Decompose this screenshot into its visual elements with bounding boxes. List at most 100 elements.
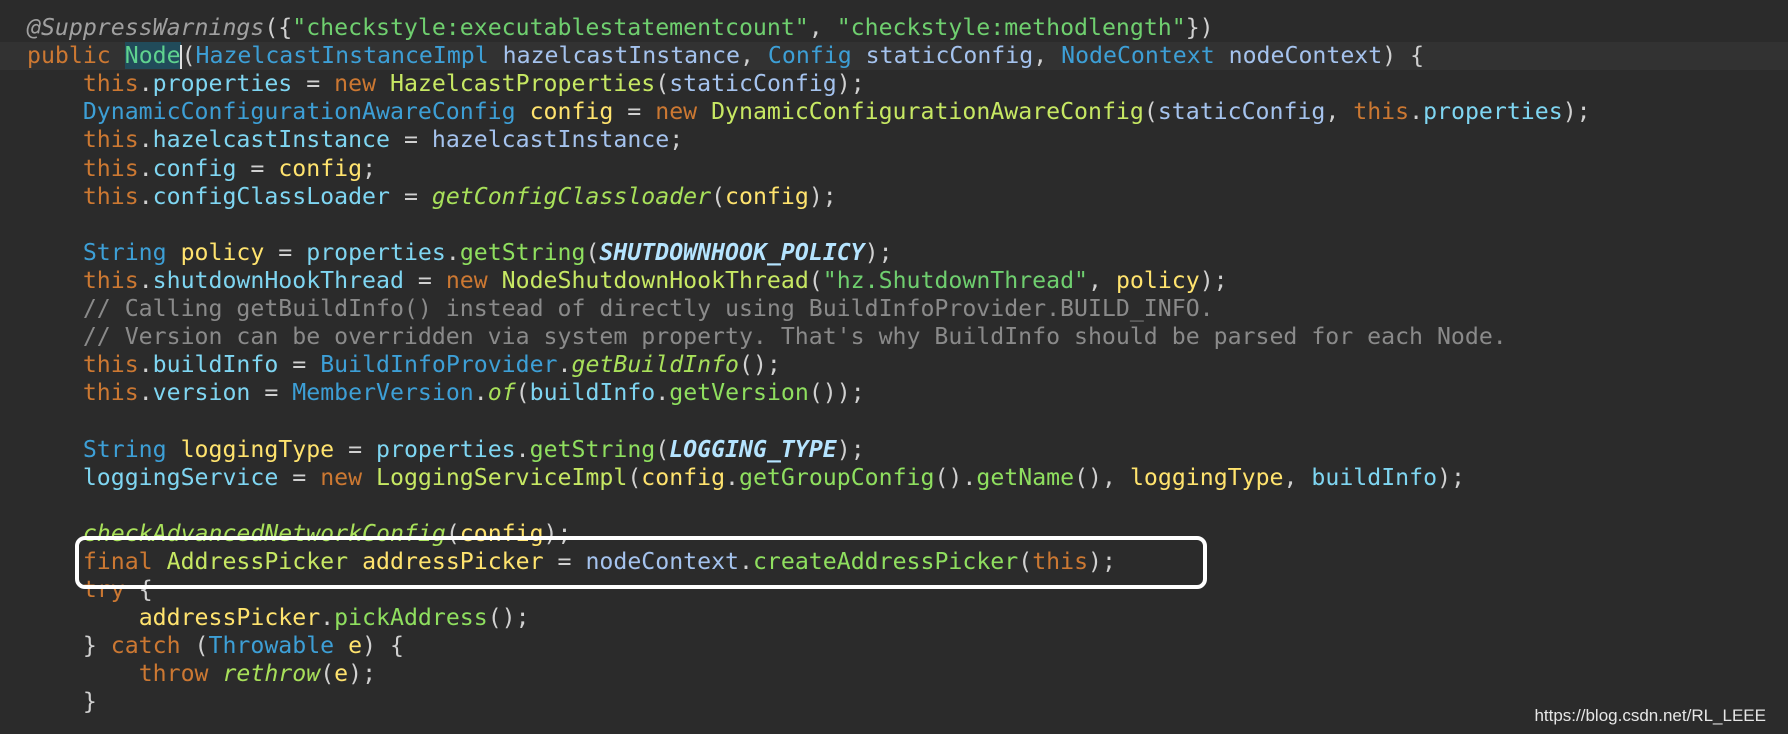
code-token: config [725,182,809,210]
code-token: . [725,463,740,491]
code-token: e [334,660,349,688]
code-line[interactable]: } catch (Throwable e) { [27,632,404,660]
code-line[interactable]: String loggingType = properties.getStrin… [27,436,865,464]
code-line[interactable]: String policy = properties.getString(SHU… [27,239,893,267]
code-line[interactable]: addressPicker.pickAddress(); [27,604,530,632]
code-token: ( [515,379,530,407]
code-token: this [82,182,139,210]
code-token: hazelcastInstance [502,42,740,70]
code-token: ); [1562,98,1591,126]
code-token: ); [1437,463,1465,491]
code-token: ()); [808,379,865,407]
code-token: . [138,154,153,182]
code-token: . [138,266,153,294]
code-token: . [138,379,153,407]
code-token: NodeContext [1061,42,1229,70]
code-token: properties [306,238,446,266]
code-line[interactable]: throw rethrow(e); [27,660,376,688]
code-token: String [82,435,181,463]
code-token: HazelcastInstanceImpl [195,42,503,70]
code-token: policy [1115,266,1200,294]
code-token: = [613,98,656,126]
code-line[interactable]: // Calling getBuildInfo() instead of dir… [27,295,1214,323]
code-token: }) [1185,14,1214,41]
code-token: staticConfig [1157,98,1326,126]
code-token: ( [808,266,823,294]
code-line[interactable]: public Node(HazelcastInstanceImpl hazelc… [0,42,1788,71]
code-token: DynamicConfigurationAwareConfig [82,98,530,126]
code-token: Config [767,42,866,70]
code-token: this [82,154,139,182]
code-token: ; [669,126,684,154]
code-token: buildInfo [529,379,656,407]
code-line[interactable]: @SuppressWarnings({"checkstyle:executabl… [27,14,1214,42]
code-editor[interactable]: @SuppressWarnings({"checkstyle:executabl… [0,0,1788,734]
code-token: Throwable [208,632,349,660]
code-token: (); [739,351,781,379]
code-token: ( [655,70,670,98]
code-line[interactable]: this.version = MemberVersion.of(buildInf… [27,379,865,407]
code-token: catch [110,632,181,660]
code-token: } [27,632,111,660]
code-token: @SuppressWarnings [27,14,265,41]
code-token: , [1088,266,1116,294]
code-token: loggingService [82,463,279,491]
code-token: this [1353,98,1410,126]
code-token: public [27,42,125,70]
code-line[interactable]: this.config = config; [27,155,376,183]
code-token: properties [152,70,293,98]
highlight-box [75,536,1207,589]
code-line[interactable]: this.shutdownHookThread = new NodeShutdo… [27,267,1228,295]
code-token: rethrow [222,660,321,688]
code-token: pickAddress [334,604,488,632]
code-token: , [808,14,837,41]
code-token: this [82,70,139,98]
code-token: // Version can be overridden via system … [82,323,1507,351]
code-token: = [403,266,446,294]
code-token: ); [808,182,837,210]
code-token: LOGGING_TYPE [669,435,837,463]
code-token: = [278,351,321,379]
code-token: LoggingServiceImpl [376,463,628,491]
code-token: . [320,604,335,632]
code-token: Node [124,42,181,70]
code-token: = [250,379,293,407]
code-token: of [487,379,516,407]
code-token: . [138,182,153,210]
code-line[interactable]: this.hazelcastInstance = hazelcastInstan… [27,126,683,154]
code-token: throw [138,660,223,688]
code-token: staticConfig [865,42,1034,70]
code-token: this [82,266,139,294]
code-token: . [473,379,488,407]
code-line[interactable]: this.properties = new HazelcastPropertie… [27,70,865,98]
code-token: addressPicker [138,604,321,632]
code-line[interactable]: DynamicConfigurationAwareConfig config =… [27,98,1591,126]
code-token: ) { [362,632,404,660]
code-token: version [152,379,251,407]
code-line[interactable]: loggingService = new LoggingServiceImpl(… [27,464,1465,492]
watermark: https://blog.csdn.net/RL_LEEE [1534,706,1766,725]
code-token: ( [320,660,335,688]
code-token: = [292,70,335,98]
code-token: (). [934,463,977,491]
code-line[interactable]: this.configClassLoader = getConfigClassl… [27,183,837,211]
code-token: getName [976,463,1075,491]
code-line[interactable]: } [27,688,97,716]
code-line[interactable]: // Version can be overridden via system … [27,323,1507,351]
code-token: = [334,435,377,463]
code-token: "checkstyle:executablestatementcount" [292,14,809,41]
code-token: this [82,379,139,407]
code-token: this [82,351,139,379]
code-token: getString [459,238,586,266]
code-line[interactable]: this.buildInfo = BuildInfoProvider.getBu… [27,351,781,379]
code-token: . [138,351,153,379]
code-token: NodeShutdownHookThread [501,266,809,294]
code-token: . [1409,98,1424,126]
code-token: nodeContext [1228,42,1383,70]
